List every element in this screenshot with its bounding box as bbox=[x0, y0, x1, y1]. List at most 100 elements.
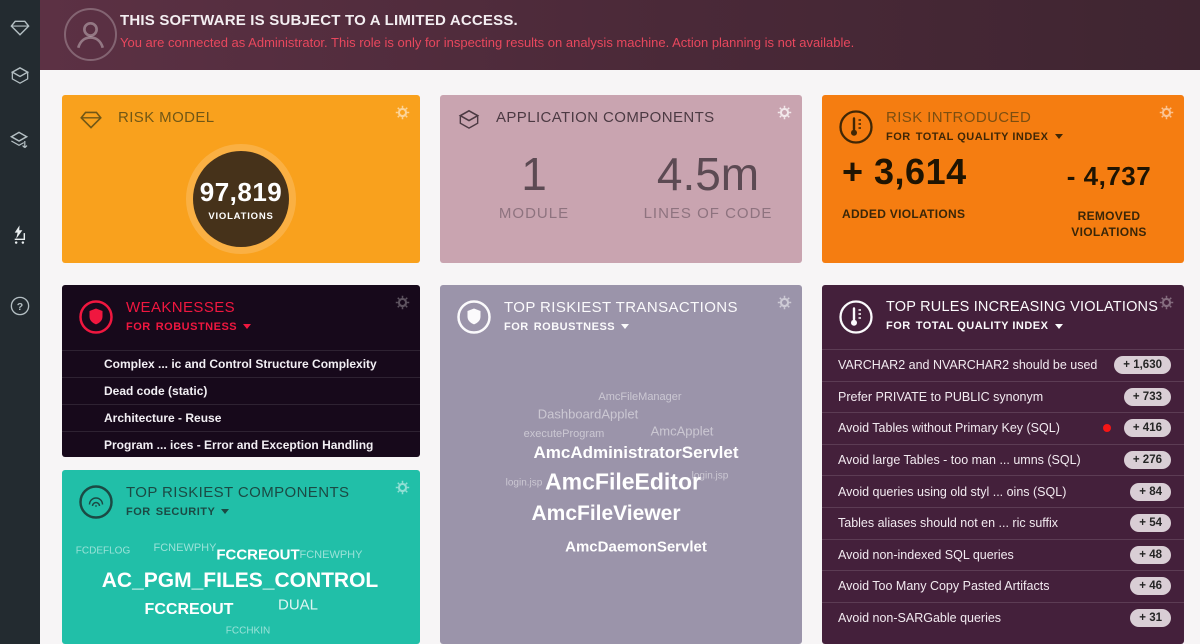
violations-value: 97,819 bbox=[200, 177, 283, 208]
added-violations-badge: + 416 bbox=[1124, 419, 1171, 437]
lightning-cart-icon[interactable] bbox=[9, 224, 32, 247]
component-word[interactable]: FCNEWPHY bbox=[300, 549, 363, 561]
left-sidebar: ? bbox=[0, 0, 40, 644]
transaction-word[interactable]: login.jsp bbox=[506, 478, 543, 489]
removed-violations-value: - 4,737 bbox=[1048, 161, 1170, 192]
added-violations-badge: + 48 bbox=[1130, 546, 1171, 564]
risk-introduced-panel[interactable]: RISK INTRODUCED FORTOTAL QUALITY INDEX +… bbox=[822, 95, 1184, 263]
components-word-cloud: FCDEFLOGFCNEWPHYFCCREOUTFCNEWPHYAC_PGM_F… bbox=[62, 470, 420, 644]
lines-of-code-label: LINES OF CODE bbox=[633, 205, 783, 222]
added-violations-badge: + 733 bbox=[1124, 388, 1171, 406]
component-word[interactable]: FCCREOUT bbox=[145, 601, 234, 619]
rule-row[interactable]: Avoid Tables without Primary Key (SQL) +… bbox=[822, 412, 1184, 444]
thermometer-icon bbox=[838, 299, 874, 335]
rule-row[interactable]: Tables aliases should not en ... ric suf… bbox=[822, 507, 1184, 539]
application-components-stats: 1 MODULE 4.5m LINES OF CODE bbox=[440, 147, 802, 222]
weakness-item[interactable]: Complex ... ic and Control Structure Com… bbox=[62, 350, 420, 377]
added-violations-label: ADDED VIOLATIONS bbox=[842, 207, 967, 221]
rule-row[interactable]: Avoid non-SARGable queries + 31 bbox=[822, 602, 1184, 634]
module-stat[interactable]: 1 MODULE bbox=[459, 147, 609, 222]
component-word[interactable]: FCCHKIN bbox=[226, 626, 270, 637]
transaction-word[interactable]: AmcFileManager bbox=[598, 391, 681, 403]
shield-icon bbox=[78, 299, 114, 335]
gear-icon[interactable] bbox=[1158, 104, 1175, 121]
added-violations-badge: + 54 bbox=[1130, 514, 1171, 532]
added-violations-badge: + 276 bbox=[1124, 451, 1171, 469]
help-icon[interactable]: ? bbox=[9, 295, 32, 318]
component-word[interactable]: AC_PGM_FILES_CONTROL bbox=[102, 569, 379, 593]
diamond-risk-model-icon[interactable] bbox=[9, 17, 32, 40]
application-components-panel[interactable]: APPLICATION COMPONENTS 1 MODULE 4.5m LIN… bbox=[440, 95, 802, 263]
added-violations[interactable]: + 3,614 ADDED VIOLATIONS bbox=[842, 151, 967, 221]
transaction-word[interactable]: AmcFileEditor bbox=[545, 469, 701, 496]
rule-row[interactable]: Avoid non-indexed SQL queries + 48 bbox=[822, 539, 1184, 571]
rule-row[interactable]: Avoid Too Many Copy Pasted Artifacts + 4… bbox=[822, 570, 1184, 602]
added-violations-badge: + 84 bbox=[1130, 483, 1171, 501]
component-word[interactable]: FCNEWPHY bbox=[154, 542, 217, 554]
lines-of-code-count: 4.5m bbox=[633, 147, 783, 201]
rule-label: Avoid non-SARGable queries bbox=[838, 611, 1130, 625]
gear-icon[interactable] bbox=[394, 294, 411, 311]
panel-title: RISK INTRODUCED bbox=[886, 109, 1063, 127]
rule-label: Avoid queries using old styl ... oins (S… bbox=[838, 485, 1130, 499]
gear-icon[interactable] bbox=[394, 104, 411, 121]
top-riskiest-components-panel: TOP RISKIEST COMPONENTS FORSECURITY FCDE… bbox=[62, 470, 420, 644]
transaction-word[interactable]: login.jsp bbox=[692, 471, 729, 482]
metric-dropdown[interactable]: FORTOTAL QUALITY INDEX bbox=[886, 320, 1158, 332]
weakness-item[interactable]: Dead code (static) bbox=[62, 377, 420, 404]
metric-dropdown[interactable]: FORTOTAL QUALITY INDEX bbox=[886, 131, 1063, 143]
user-icon bbox=[64, 8, 117, 61]
component-word[interactable]: FCCREOUT bbox=[216, 547, 299, 564]
weakness-item[interactable]: Program ... ices - Error and Exception H… bbox=[62, 431, 420, 457]
metric-dropdown[interactable]: FORROBUSTNESS bbox=[126, 321, 251, 333]
module-count: 1 bbox=[459, 147, 609, 201]
chevron-down-icon bbox=[243, 324, 251, 329]
limited-access-banner: THIS SOFTWARE IS SUBJECT TO A LIMITED AC… bbox=[40, 0, 1200, 70]
transactions-word-cloud: AmcFileManager DashboardApplet executeProg… bbox=[440, 285, 802, 644]
lines-of-code-stat[interactable]: 4.5m LINES OF CODE bbox=[633, 147, 783, 222]
rule-row[interactable]: Prefer PRIVATE to PUBLIC synonym + 733 bbox=[822, 381, 1184, 413]
rule-row[interactable]: VARCHAR2 and NVARCHAR2 should be used + … bbox=[822, 349, 1184, 381]
components-stack-icon[interactable] bbox=[9, 65, 32, 88]
chevron-down-icon bbox=[1055, 324, 1063, 329]
thermometer-icon bbox=[838, 109, 874, 145]
banner-title: THIS SOFTWARE IS SUBJECT TO A LIMITED AC… bbox=[120, 12, 518, 29]
transaction-word[interactable]: AmcFileViewer bbox=[531, 502, 680, 526]
transaction-word[interactable]: executeProgram bbox=[524, 428, 605, 440]
transaction-word[interactable]: DashboardApplet bbox=[538, 407, 638, 422]
panel-title: WEAKNESSES bbox=[126, 299, 251, 317]
removed-violations[interactable]: - 4,737 REMOVED VIOLATIONS bbox=[1048, 161, 1170, 240]
rule-label: Tables aliases should not en ... ric suf… bbox=[838, 516, 1130, 530]
weaknesses-list: Complex ... ic and Control Structure Com… bbox=[62, 350, 420, 457]
rule-row[interactable]: Avoid large Tables - too man ... umns (S… bbox=[822, 444, 1184, 476]
added-violations-badge: + 1,630 bbox=[1114, 356, 1171, 374]
transaction-word[interactable]: AmcAdministratorServlet bbox=[533, 443, 738, 463]
rule-label: Avoid large Tables - too man ... umns (S… bbox=[838, 453, 1124, 467]
weakness-item[interactable]: Architecture - Reuse bbox=[62, 404, 420, 431]
rule-label: Prefer PRIVATE to PUBLIC synonym bbox=[838, 390, 1124, 404]
rule-label: Avoid Tables without Primary Key (SQL) bbox=[838, 421, 1103, 435]
component-word[interactable]: FCDEFLOG bbox=[76, 546, 130, 557]
risk-model-header: RISK MODEL bbox=[78, 109, 215, 133]
added-violations-badge: + 31 bbox=[1130, 609, 1171, 627]
top-rules-increasing-violations-panel: TOP RULES INCREASING VIOLATIONS FORTOTAL… bbox=[822, 285, 1184, 644]
risk-model-panel[interactable]: RISK MODEL 97,819 VIOLATIONS bbox=[62, 95, 420, 263]
rules-list: VARCHAR2 and NVARCHAR2 should be used + … bbox=[822, 349, 1184, 633]
components-export-icon[interactable] bbox=[9, 130, 32, 153]
transaction-word[interactable]: AmcDaemonServlet bbox=[565, 539, 707, 556]
new-violation-dot bbox=[1103, 424, 1111, 432]
banner-subtitle: You are connected as Administrator. This… bbox=[120, 35, 854, 50]
svg-text:?: ? bbox=[17, 301, 23, 313]
component-word[interactable]: DUAL bbox=[278, 597, 318, 614]
gear-icon[interactable] bbox=[776, 104, 793, 121]
violations-counter[interactable]: 97,819 VIOLATIONS bbox=[193, 151, 289, 247]
panel-title: RISK MODEL bbox=[118, 109, 215, 127]
module-label: MODULE bbox=[459, 205, 609, 222]
risk-introduced-header: RISK INTRODUCED FORTOTAL QUALITY INDEX bbox=[838, 109, 1063, 145]
transaction-word[interactable]: AmcApplet bbox=[651, 424, 714, 439]
components-stack-icon bbox=[456, 107, 482, 133]
gear-icon[interactable] bbox=[1158, 294, 1175, 311]
rule-label: Avoid Too Many Copy Pasted Artifacts bbox=[838, 579, 1130, 593]
rule-row[interactable]: Avoid queries using old styl ... oins (S… bbox=[822, 475, 1184, 507]
top-riskiest-transactions-panel: TOP RISKIEST TRANSACTIONS FORROBUSTNESS … bbox=[440, 285, 802, 644]
